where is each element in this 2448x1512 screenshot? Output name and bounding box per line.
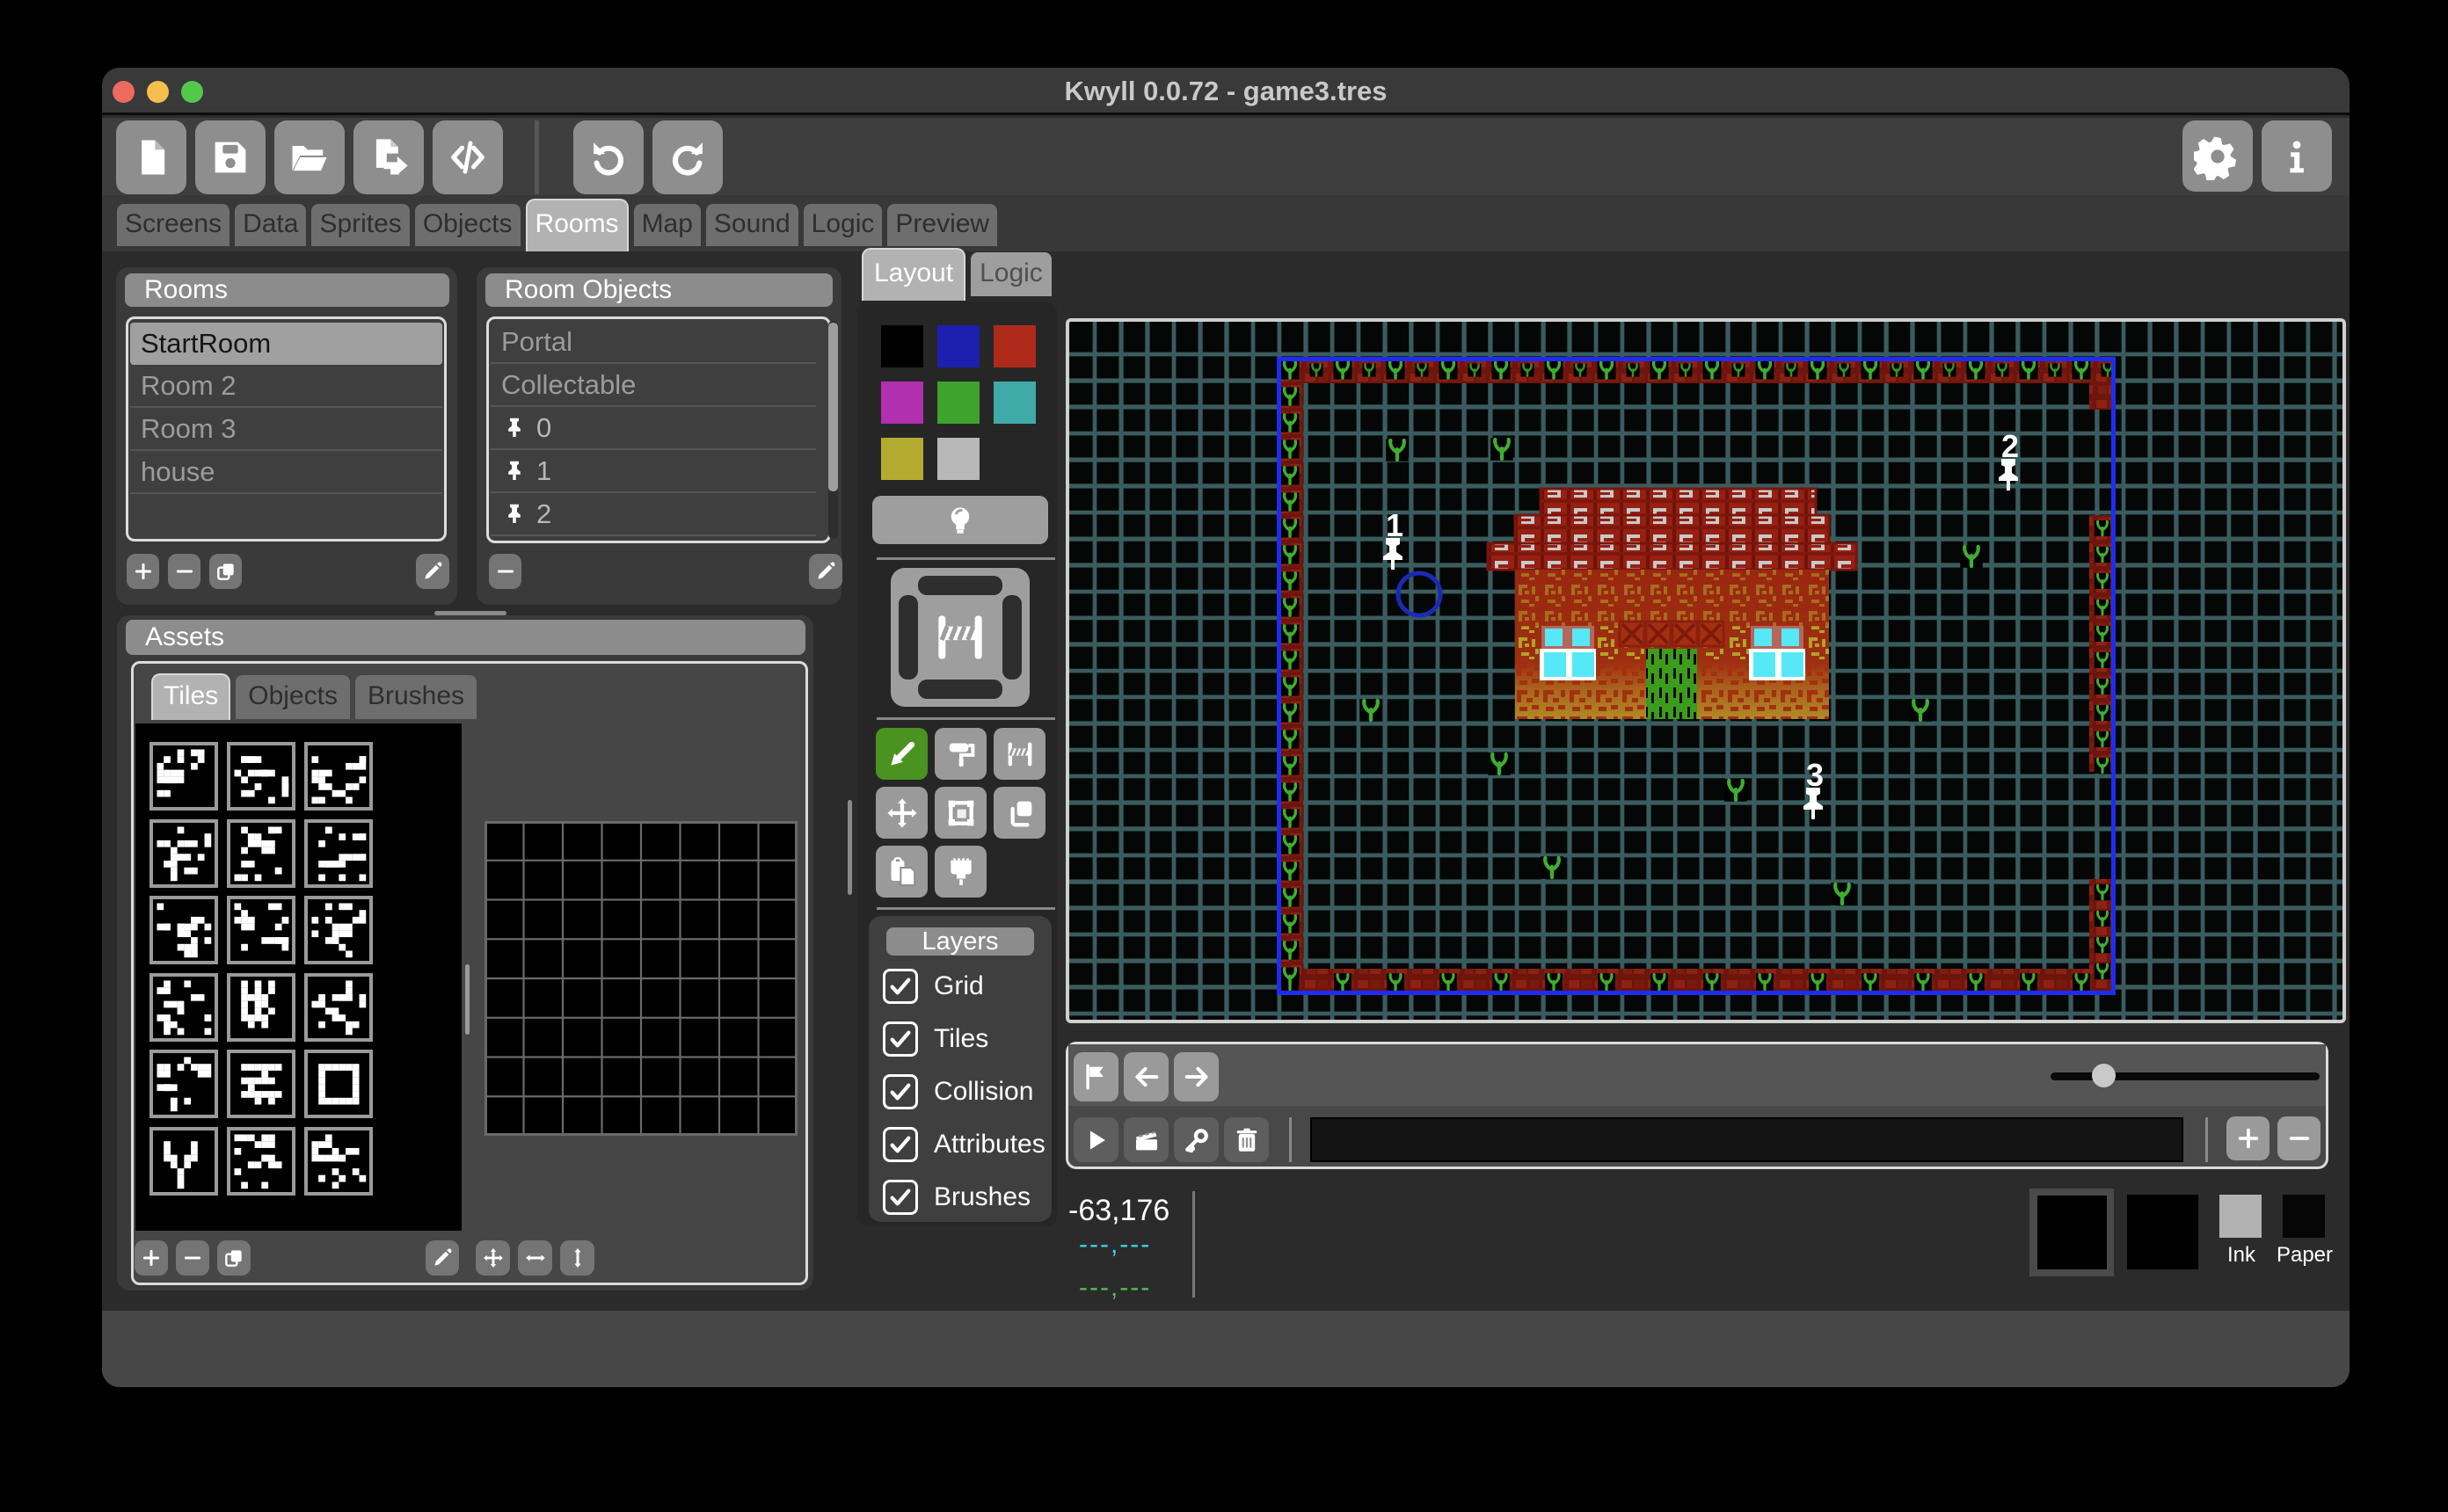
- svg-text:3: 3: [1806, 757, 1824, 793]
- svg-text:2: 2: [2001, 428, 2019, 464]
- svg-text:1: 1: [1386, 507, 1403, 543]
